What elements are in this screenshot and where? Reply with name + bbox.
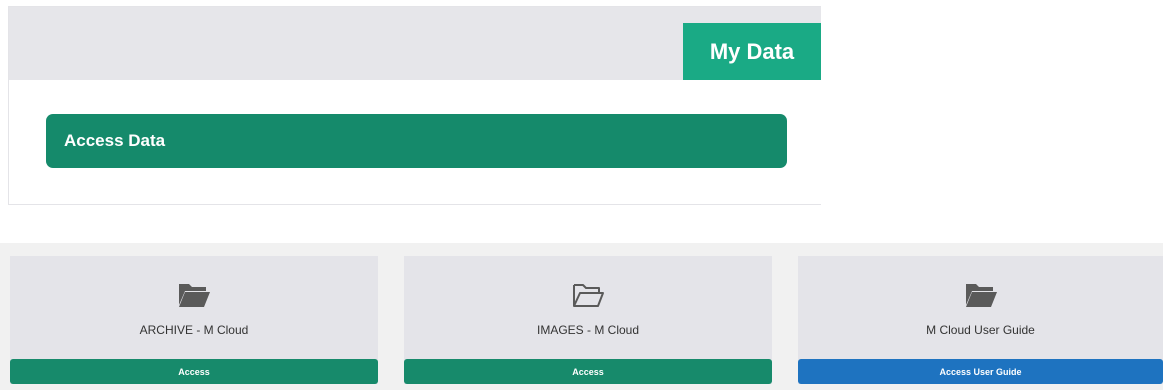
card-title: M Cloud User Guide (926, 323, 1035, 337)
images-access-button[interactable]: Access (404, 359, 772, 384)
card-title: IMAGES - M Cloud (536, 323, 640, 337)
archive-access-button[interactable]: Access (10, 359, 378, 384)
card-archive: ARCHIVE - M Cloud Access (10, 256, 378, 384)
card-user-guide: M Cloud User Guide Access User Guide (798, 256, 1163, 384)
panel-header: My Data (9, 7, 821, 80)
access-data-bar[interactable]: Access Data (46, 114, 787, 168)
card-title: ARCHIVE - M Cloud (139, 323, 249, 337)
folder-open-filled-icon (179, 284, 210, 307)
access-user-guide-button[interactable]: Access User Guide (798, 359, 1163, 384)
folder-open-outline-icon (573, 284, 604, 307)
folder-open-filled-icon (965, 284, 997, 307)
my-data-tab[interactable]: My Data (683, 23, 821, 80)
access-data-label: Access Data (64, 131, 166, 150)
data-cards-strip: ARCHIVE - M Cloud Access IMAGES - M Clou… (0, 243, 1163, 390)
card-images: IMAGES - M Cloud Access (404, 256, 772, 384)
my-data-panel: My Data Access Data (8, 6, 821, 205)
